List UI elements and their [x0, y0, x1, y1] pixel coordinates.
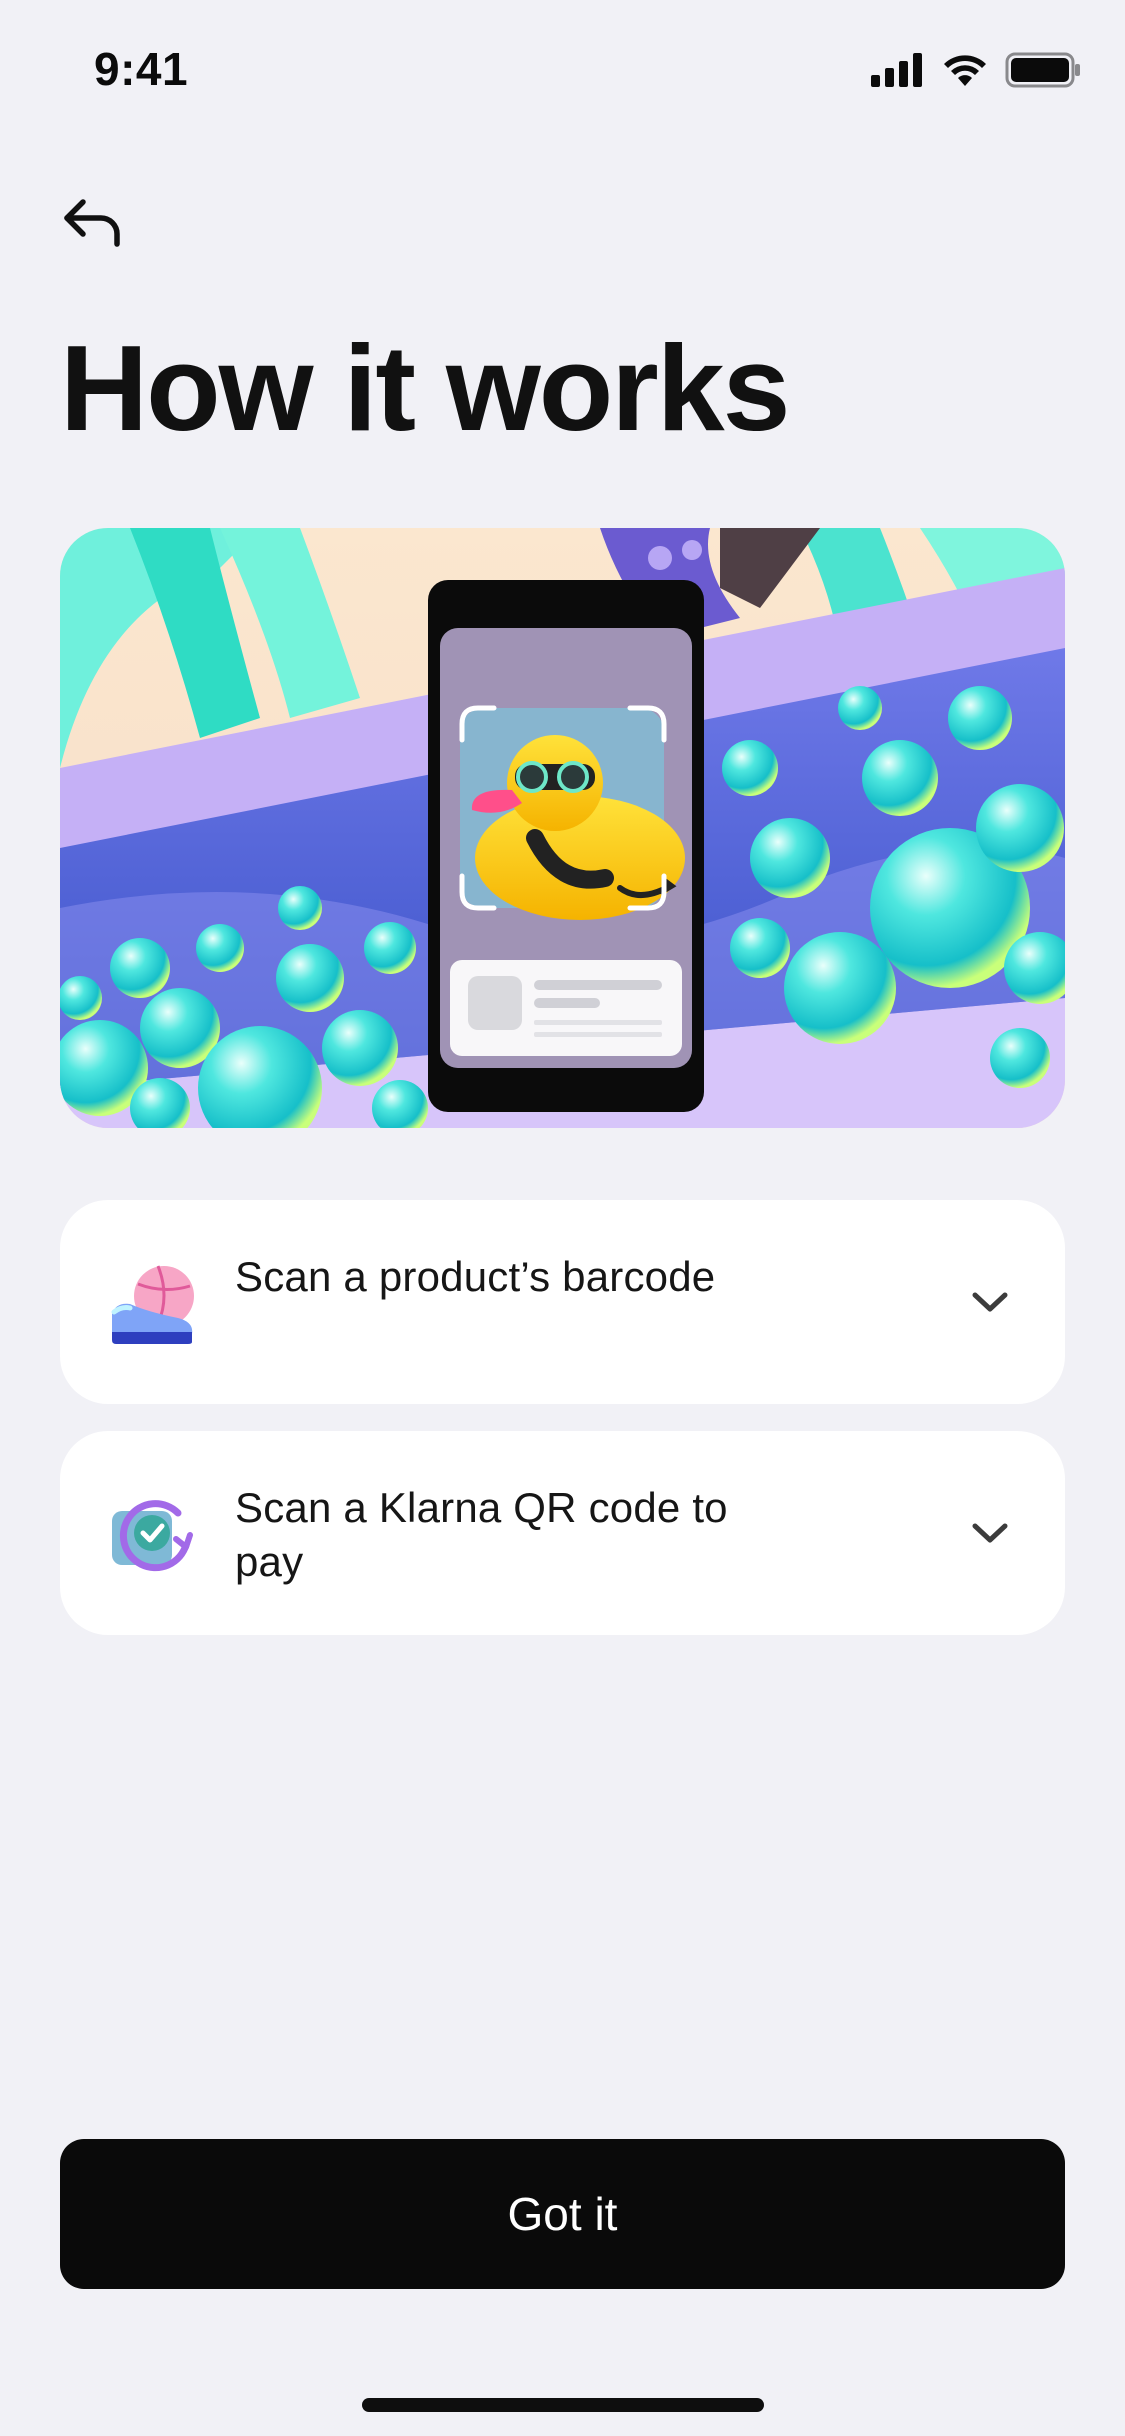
- got-it-button[interactable]: Got it: [60, 2139, 1065, 2289]
- step-card-scan-qr[interactable]: Scan a Klarna QR code to pay: [60, 1431, 1065, 1635]
- back-button[interactable]: [56, 188, 128, 260]
- chevron-down-icon[interactable]: [965, 1282, 1015, 1322]
- status-bar: 9:41: [0, 0, 1125, 140]
- page-title: How it works: [60, 320, 790, 456]
- cellular-signal-icon: [871, 53, 922, 87]
- status-icons: [871, 50, 1081, 90]
- step-label: Scan a Klarna QR code to pay: [235, 1484, 728, 1585]
- sneaker-ball-icon: [111, 1265, 194, 1344]
- home-indicator[interactable]: [362, 2398, 764, 2412]
- step-card-scan-barcode[interactable]: Scan a product’s barcode: [60, 1200, 1065, 1404]
- step-label: Scan a product’s barcode: [235, 1253, 716, 1300]
- back-arrow-icon: [64, 199, 120, 247]
- hero-illustration: [60, 528, 1065, 1128]
- wifi-icon: [944, 55, 986, 86]
- checkmark-cycle-icon: [112, 1500, 193, 1572]
- battery-icon: [1005, 52, 1080, 88]
- status-time: 9:41: [94, 43, 189, 95]
- chevron-down-icon[interactable]: [965, 1513, 1015, 1553]
- scanning-illustration: [60, 528, 1065, 1128]
